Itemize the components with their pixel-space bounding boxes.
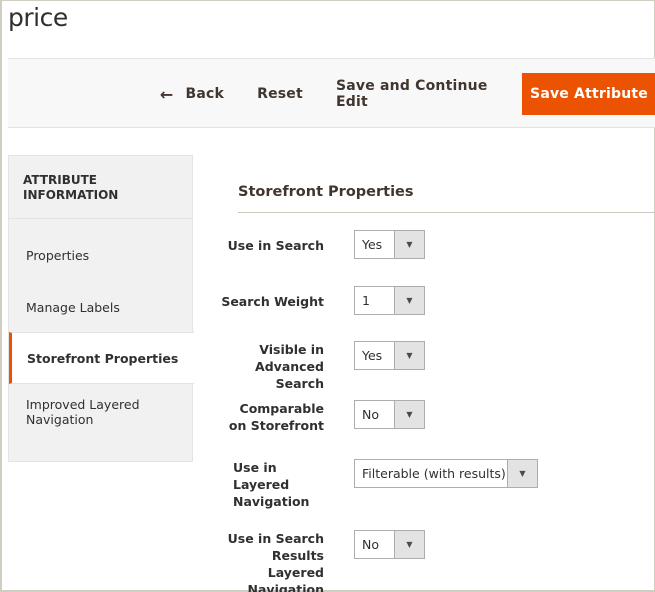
use-in-search-select[interactable]: Yes ▼ [354, 230, 425, 259]
chevron-down-icon: ▼ [394, 231, 424, 258]
select-value: Filterable (with results) [362, 466, 506, 481]
sidebar-heading: ATTRIBUTE INFORMATION [9, 156, 192, 219]
chevron-down-icon: ▼ [507, 460, 537, 487]
chevron-down-icon: ▼ [394, 531, 424, 558]
tab-properties[interactable]: Properties [9, 229, 194, 281]
select-value: Yes [362, 348, 383, 363]
field-label-visible-in-advanced-search: Visible in Advanced Search [255, 342, 324, 391]
arrow-left-icon: ← [159, 84, 174, 104]
select-value: No [362, 407, 379, 422]
tab-storefront-properties[interactable]: Storefront Properties [9, 332, 194, 384]
sidebar-heading-text: ATTRIBUTE INFORMATION [23, 173, 119, 202]
tab-label: Storefront Properties [27, 350, 179, 366]
save-and-continue-button[interactable]: Save and Continue Edit [336, 73, 522, 115]
page-actions-toolbar: ← Back Reset Save and Continue Edit Save… [8, 58, 655, 128]
back-button-label: Back [185, 86, 225, 102]
page-title: price [8, 3, 68, 32]
back-button[interactable]: ← Back [156, 73, 228, 115]
chevron-down-icon: ▼ [394, 401, 424, 428]
reset-button[interactable]: Reset [248, 73, 312, 115]
tab-label: Improved Layered Navigation [26, 397, 140, 427]
visible-in-advanced-search-select[interactable]: Yes ▼ [354, 341, 425, 370]
tab-improved-layered-navigation[interactable]: Improved Layered Navigation [9, 386, 159, 438]
comparable-on-storefront-select[interactable]: No ▼ [354, 400, 425, 429]
tab-label: Properties [26, 247, 90, 263]
field-label-comparable-on-storefront: Comparable on Storefront [228, 401, 324, 433]
field-label-search-weight: Search Weight [221, 294, 324, 309]
field-label-use-in-search-results-layered-navigation: Use in Search Results Layered Navigation [227, 531, 324, 592]
attribute-info-tabs: ATTRIBUTE INFORMATION Properties Manage … [8, 155, 194, 462]
select-value: No [362, 537, 379, 552]
field-label-use-in-search: Use in Search [227, 238, 324, 253]
chevron-down-icon: ▼ [394, 342, 424, 369]
chevron-down-icon: ▼ [394, 287, 424, 314]
select-value: 1 [362, 293, 370, 308]
use-in-layered-navigation-select[interactable]: Filterable (with results) ▼ [354, 459, 538, 488]
tab-manage-labels[interactable]: Manage Labels [9, 281, 194, 333]
select-value: Yes [362, 237, 383, 252]
use-in-search-results-layered-navigation-select[interactable]: No ▼ [354, 530, 425, 559]
search-weight-select[interactable]: 1 ▼ [354, 286, 425, 315]
tab-label: Manage Labels [26, 299, 120, 315]
section-title: Storefront Properties [238, 184, 414, 200]
field-label-use-in-layered-navigation: Use in Layered Navigation [233, 460, 310, 509]
section-divider [238, 212, 655, 213]
save-attribute-button[interactable]: Save Attribute [522, 73, 655, 115]
